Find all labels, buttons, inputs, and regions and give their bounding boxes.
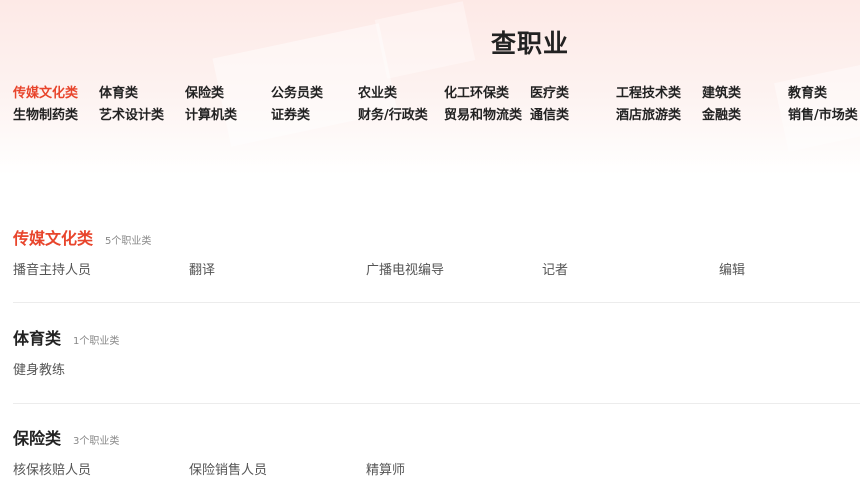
category-link[interactable]: 生物制药类 [13, 106, 78, 126]
category-link[interactable]: 传媒文化类 [13, 84, 78, 104]
category-link[interactable]: 农业类 [358, 84, 397, 104]
job-list: 播音主持人员 翻译 广播电视编导 记者 编辑 [13, 259, 860, 283]
category-link[interactable]: 艺术设计类 [99, 106, 164, 126]
category-link[interactable]: 工程技术类 [616, 84, 681, 104]
category-link[interactable]: 保险类 [185, 84, 224, 104]
job-link[interactable]: 保险销售人员 [189, 459, 267, 478]
job-list: 核保核赔人员 保险销售人员 精算师 [13, 459, 860, 483]
section-title: 保险类 [13, 429, 62, 448]
section-header: 体育类 1个职业类 [13, 325, 860, 351]
category-section-sports: 体育类 1个职业类 健身教练 [13, 325, 860, 383]
section-divider [13, 302, 860, 303]
category-link[interactable]: 建筑类 [702, 84, 741, 104]
category-link[interactable]: 医疗类 [530, 84, 569, 104]
section-count: 3个职业类 [73, 436, 120, 447]
category-section-insurance: 保险类 3个职业类 核保核赔人员 保险销售人员 精算师 [13, 425, 860, 483]
category-link[interactable]: 酒店旅游类 [616, 106, 681, 126]
page-title: 查职业 [490, 29, 569, 58]
category-link[interactable]: 证券类 [271, 106, 310, 126]
job-link[interactable]: 编辑 [719, 259, 745, 278]
job-link[interactable]: 记者 [542, 259, 568, 278]
job-link[interactable]: 翻译 [189, 259, 215, 278]
category-link[interactable]: 教育类 [788, 84, 827, 104]
job-link[interactable]: 播音主持人员 [13, 259, 91, 278]
section-title: 传媒文化类 [13, 229, 94, 248]
section-header: 传媒文化类 5个职业类 [13, 225, 860, 251]
category-link[interactable]: 计算机类 [185, 106, 237, 126]
category-link[interactable]: 体育类 [99, 84, 138, 104]
job-link[interactable]: 健身教练 [13, 359, 65, 378]
section-count: 5个职业类 [105, 236, 152, 247]
job-link[interactable]: 广播电视编导 [366, 259, 444, 278]
section-divider [13, 403, 860, 404]
category-link[interactable]: 金融类 [702, 106, 741, 126]
category-link[interactable]: 贸易和物流类 [444, 106, 522, 126]
job-link[interactable]: 核保核赔人员 [13, 459, 91, 478]
decorative-band [774, 58, 860, 152]
section-header: 保险类 3个职业类 [13, 425, 860, 451]
category-link[interactable]: 化工环保类 [444, 84, 509, 104]
category-link[interactable]: 财务/行政类 [358, 106, 428, 126]
category-section-media: 传媒文化类 5个职业类 播音主持人员 翻译 广播电视编导 记者 编辑 [13, 225, 860, 283]
job-link[interactable]: 精算师 [366, 459, 405, 478]
category-link[interactable]: 通信类 [530, 106, 569, 126]
section-title: 体育类 [13, 329, 62, 348]
job-list: 健身教练 [13, 359, 860, 383]
category-link[interactable]: 公务员类 [271, 84, 323, 104]
category-link[interactable]: 销售/市场类 [788, 106, 858, 126]
section-count: 1个职业类 [73, 336, 120, 347]
